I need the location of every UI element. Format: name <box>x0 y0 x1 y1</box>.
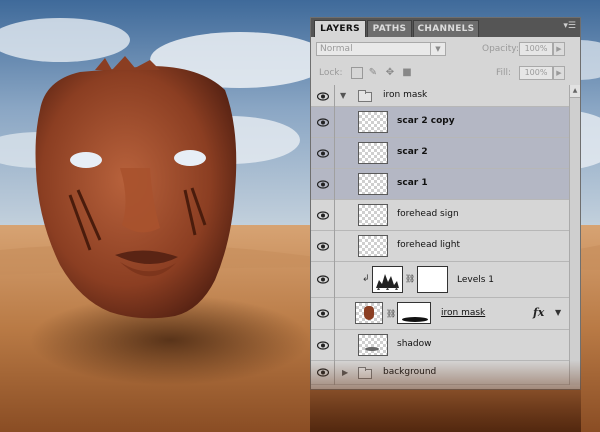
lock-options-row: Lock: ✎ ✥ ■ Fill: 100% ▶ <box>311 62 580 84</box>
visibility-toggle[interactable] <box>311 262 335 298</box>
visibility-toggle[interactable] <box>311 200 335 231</box>
layer-thumbnail <box>358 111 388 133</box>
chevron-down-icon: ▼ <box>430 43 445 55</box>
layer-shadow[interactable]: shadow <box>311 330 569 361</box>
layer-thumbnail <box>358 142 388 164</box>
fx-icon[interactable]: fx <box>533 306 544 319</box>
lock-pixels-brush-icon[interactable]: ✎ <box>367 67 379 79</box>
fill-slider-arrow-icon[interactable]: ▶ <box>553 66 565 80</box>
visibility-toggle[interactable] <box>311 169 335 200</box>
layer-name: scar 1 <box>397 178 428 188</box>
layer-iron-mask[interactable]: ⛓ iron mask fx ▼ <box>311 298 569 330</box>
eye-icon <box>317 275 329 284</box>
tab-channels[interactable]: CHANNELS <box>413 20 479 37</box>
layer-thumbnail <box>358 204 388 226</box>
lock-label: Lock: <box>319 68 343 78</box>
panel-bottom-fade <box>310 360 581 432</box>
layer-scar-2[interactable]: scar 2 <box>311 138 569 169</box>
clipping-arrow-icon: ↲ <box>362 274 370 284</box>
scroll-up-icon[interactable]: ▲ <box>570 85 580 98</box>
layer-name: forehead sign <box>397 209 459 219</box>
layer-forehead-light[interactable]: forehead light <box>311 231 569 262</box>
eye-icon <box>317 211 329 220</box>
visibility-toggle[interactable] <box>311 298 335 330</box>
layers-panel: LAYERS PATHS CHANNELS ▾☰ Normal ▼ Opacit… <box>310 17 581 390</box>
eye-icon <box>317 309 329 318</box>
shadow-thumbnail-shape <box>365 347 379 351</box>
layer-scar-1[interactable]: scar 1 <box>311 169 569 200</box>
panel-menu-icon[interactable]: ▾☰ <box>563 21 576 31</box>
layer-thumbnail <box>358 235 388 257</box>
opacity-slider-arrow-icon[interactable]: ▶ <box>553 42 565 56</box>
opacity-input[interactable]: 100% <box>519 42 553 56</box>
panel-tab-bar: LAYERS PATHS CHANNELS ▾☰ <box>311 18 580 37</box>
eye-icon <box>317 242 329 251</box>
blend-mode-value: Normal <box>320 44 353 54</box>
eye-icon <box>317 92 329 101</box>
layer-name: scar 2 copy <box>397 116 455 126</box>
eye-icon <box>317 118 329 127</box>
mask-face-thumbnail <box>364 306 374 320</box>
lock-all-icon[interactable]: ■ <box>401 67 413 79</box>
link-chain-icon[interactable]: ⛓ <box>386 309 396 318</box>
fill-input[interactable]: 100% <box>519 66 553 80</box>
blend-options-row: Normal ▼ Opacity: 100% ▶ <box>311 38 580 60</box>
fx-expand-triangle-icon[interactable]: ▼ <box>555 308 561 317</box>
layer-name: shadow <box>397 339 432 349</box>
fill-label: Fill: <box>496 68 512 78</box>
opacity-label: Opacity: <box>482 44 519 54</box>
tab-paths[interactable]: PATHS <box>367 20 412 37</box>
eye-icon <box>317 341 329 350</box>
visibility-toggle[interactable] <box>311 330 335 361</box>
layer-name: Levels 1 <box>457 275 495 285</box>
link-chain-icon[interactable]: ⛓ <box>405 274 415 283</box>
layer-forehead-sign[interactable]: forehead sign <box>311 200 569 231</box>
visibility-toggle[interactable] <box>311 107 335 138</box>
layer-thumbnail <box>355 302 383 324</box>
layer-group-iron-mask[interactable]: ▼ iron mask <box>311 85 569 107</box>
lock-transparency-icon[interactable] <box>351 67 363 79</box>
eye-icon <box>317 180 329 189</box>
eye-icon <box>317 149 329 158</box>
layer-thumbnail <box>358 334 388 356</box>
mask-shape <box>402 317 428 322</box>
visibility-toggle[interactable] <box>311 138 335 169</box>
levels-histogram-icon <box>372 266 403 293</box>
visibility-toggle[interactable] <box>311 85 335 107</box>
blend-mode-select[interactable]: Normal ▼ <box>316 42 446 56</box>
layer-thumbnail <box>358 173 388 195</box>
lock-position-move-icon[interactable]: ✥ <box>384 67 396 79</box>
tab-layers[interactable]: LAYERS <box>314 20 366 37</box>
layer-name: scar 2 <box>397 147 428 157</box>
layer-name: forehead light <box>397 240 460 250</box>
layer-mask-thumbnail[interactable] <box>397 302 431 324</box>
layers-scrollbar[interactable]: ▲ <box>569 85 580 385</box>
expand-triangle-icon[interactable]: ▼ <box>340 91 346 100</box>
layer-name: iron mask <box>441 308 486 318</box>
visibility-toggle[interactable] <box>311 231 335 262</box>
layer-name: iron mask <box>383 90 428 100</box>
layer-mask-thumbnail[interactable] <box>417 266 448 293</box>
folder-icon <box>358 90 372 102</box>
layer-levels-1[interactable]: ↲ ⛓ Levels 1 <box>311 262 569 298</box>
layer-scar-2-copy[interactable]: scar 2 copy <box>311 107 569 138</box>
